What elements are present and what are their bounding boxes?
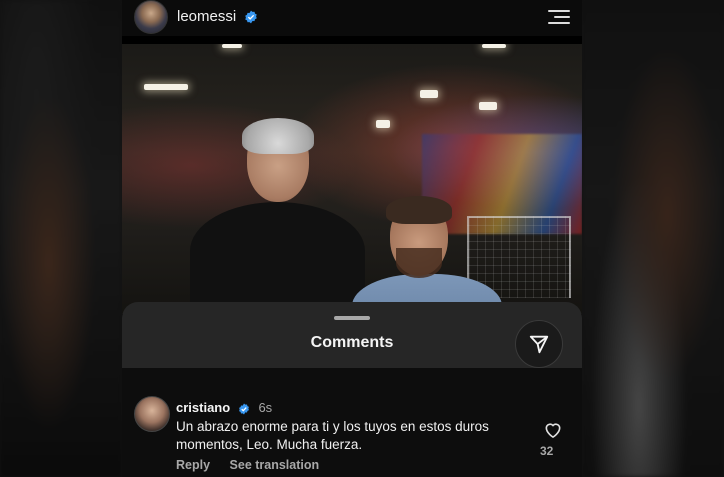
ceiling-light xyxy=(420,90,438,98)
ceiling-light xyxy=(376,120,390,128)
comment-list: cristiano 6s Un abrazo enorme para ti y … xyxy=(122,368,582,477)
profile-avatar[interactable] xyxy=(134,0,168,34)
sheet-drag-handle[interactable] xyxy=(334,316,370,320)
comments-title: Comments xyxy=(310,334,394,351)
like-count: 32 xyxy=(540,444,554,458)
comment-text: Un abrazo enorme para ti y los tuyos en … xyxy=(176,419,489,452)
see-translation-button[interactable]: See translation xyxy=(230,458,320,472)
ceiling-light xyxy=(482,44,506,48)
instagram-post-view: leomessi Comments cristiano 6s Un abrazo… xyxy=(122,0,582,477)
commenter-avatar[interactable] xyxy=(134,396,170,432)
post-username-label[interactable]: leomessi xyxy=(177,8,236,25)
person-older-man xyxy=(190,118,365,314)
send-icon xyxy=(529,335,549,354)
ceiling-light xyxy=(222,44,242,48)
commenter-username-label[interactable]: cristiano xyxy=(176,400,230,415)
post-username[interactable]: leomessi xyxy=(177,8,258,25)
person-messi xyxy=(352,196,502,314)
comment-timestamp: 6s xyxy=(258,400,273,415)
comments-sheet: Comments cristiano 6s Un abrazo enorme p… xyxy=(122,302,582,477)
hamburger-menu-icon[interactable] xyxy=(548,10,570,24)
verified-badge-icon xyxy=(238,403,249,415)
ceiling-light xyxy=(479,102,497,110)
reply-button[interactable]: Reply xyxy=(176,458,210,472)
ceiling-light xyxy=(144,84,188,90)
post-photo[interactable] xyxy=(122,44,582,314)
heart-icon[interactable] xyxy=(543,420,563,440)
verified-badge-icon xyxy=(245,10,258,24)
share-button[interactable] xyxy=(515,320,563,368)
post-header: leomessi xyxy=(122,0,582,36)
blurred-backdrop-right xyxy=(582,0,724,477)
blurred-backdrop-left xyxy=(0,0,122,477)
comment-actions: Reply See translation xyxy=(176,458,335,472)
commenter-username[interactable]: cristiano 6s xyxy=(176,400,272,415)
